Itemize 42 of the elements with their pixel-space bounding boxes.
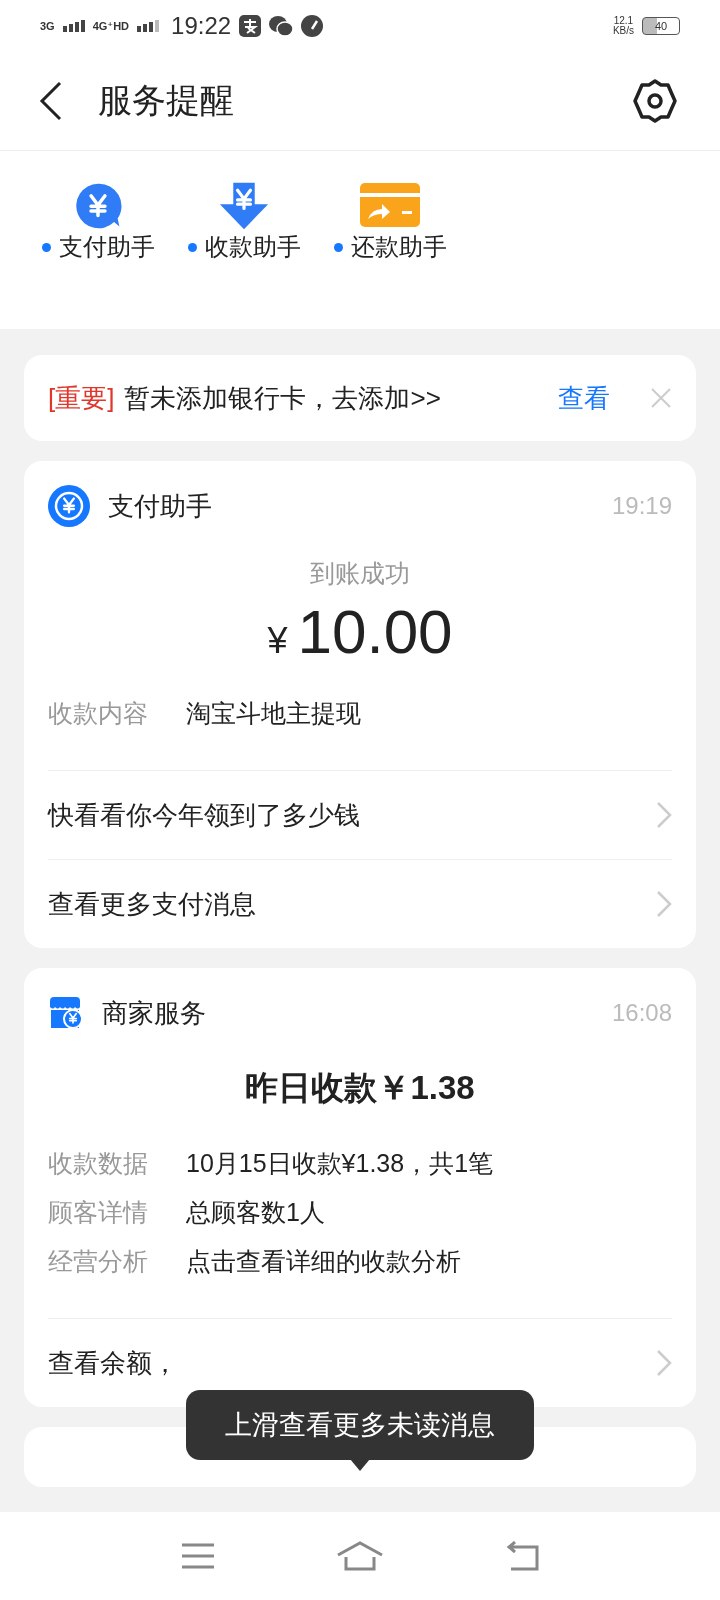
detail-value: 总顾客数1人 [186, 1197, 325, 1228]
message-time: 16:08 [611, 999, 672, 1027]
notice-text[interactable]: 暂未添加银行卡，去添加>> [124, 380, 441, 416]
page-title: 服务提醒 [98, 80, 234, 121]
detail-label: 顾客详情 [48, 1197, 149, 1228]
summary-headline: 昨日收款￥1.38 [244, 1068, 476, 1108]
tooltip: 上滑查看更多未读消息 [186, 1390, 534, 1460]
network-speed: 12.1 KB/s [612, 16, 634, 36]
detail-label: 经营分析 [48, 1246, 149, 1277]
card-title: 支付助手 [108, 489, 212, 523]
detail-value: 10月15日收款¥1.38，共1笔 [186, 1148, 494, 1179]
card-link-row[interactable]: 查看更多支付消息 [48, 859, 672, 948]
shop-icon [48, 995, 84, 1031]
card-title: 商家服务 [102, 996, 206, 1030]
app-notification-icon [239, 15, 262, 37]
network-label: 4G⁺HD [92, 20, 130, 32]
detail-label: 收款数据 [48, 1148, 149, 1179]
currency-symbol: ¥ [267, 620, 288, 662]
signal-icon [137, 20, 160, 32]
status-time: 19:22 [171, 12, 232, 40]
payment-amount: 10.00 [297, 596, 453, 667]
view-link[interactable]: 查看 [558, 380, 610, 416]
message-time: 19:19 [611, 492, 672, 520]
detail-label: 收款内容 [48, 698, 149, 729]
chat-bubbles-icon [269, 15, 294, 37]
detail-value: 点击查看详细的收款分析 [186, 1246, 461, 1277]
shortcut-label[interactable]: 收款助手 [187, 231, 301, 263]
signal-icon [62, 20, 85, 32]
yen-coin-icon [48, 485, 90, 527]
payment-status: 到账成功 [309, 558, 411, 589]
tooltip-pointer [350, 1459, 370, 1471]
battery-indicator: 40 [642, 17, 680, 35]
important-tag: [重要] [48, 380, 115, 416]
shortcut-label[interactable]: 还款助手 [333, 231, 447, 263]
card-link-row[interactable]: 快看看你今年领到了多少钱 [48, 770, 672, 859]
network-label: 3G [40, 20, 55, 32]
chevron-right-icon [656, 1349, 672, 1377]
detail-value: 淘宝斗地主提现 [186, 698, 361, 729]
gauge-icon [301, 15, 324, 37]
shortcut-label[interactable]: 支付助手 [41, 231, 155, 263]
chevron-right-icon [656, 890, 672, 918]
chevron-right-icon [656, 801, 672, 829]
